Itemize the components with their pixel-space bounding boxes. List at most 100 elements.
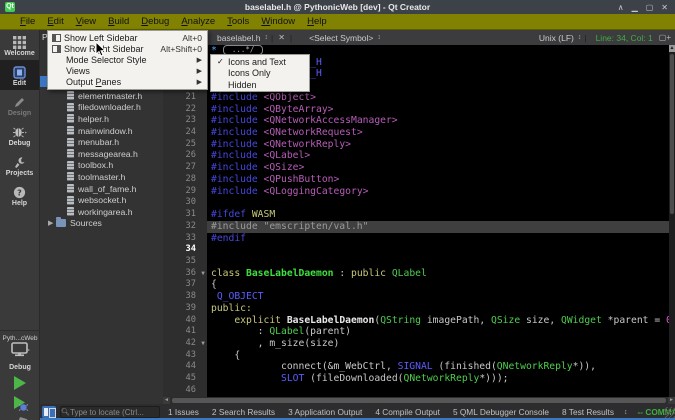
output-pane-1-issues[interactable]: 1 Issues <box>168 407 199 417</box>
scroll-left-icon[interactable]: ◄ <box>163 397 170 404</box>
mode-design[interactable]: Design <box>0 90 39 120</box>
code-token: imagePath, <box>421 315 491 326</box>
mode-projects-label: Projects <box>6 170 34 177</box>
submenu-item-icons-and-text[interactable]: ✓Icons and Text <box>211 56 309 68</box>
menubar-item-window[interactable]: Window <box>255 14 301 30</box>
build-hammer-button[interactable] <box>10 416 30 420</box>
tree-row[interactable]: wall_of_fame.h <box>40 183 163 195</box>
vscroll-thumb[interactable] <box>670 54 674 214</box>
code-line-content: #include <QNetworkReply> <box>207 139 675 151</box>
menubar-item-file[interactable]: File <box>14 14 41 30</box>
tree-row[interactable]: websocket.h <box>40 194 163 206</box>
output-pane-8-test-results[interactable]: 8 Test Results <box>562 407 614 417</box>
code-line-content <box>207 256 675 268</box>
tree-row[interactable]: mainwindow.h <box>40 125 163 137</box>
line-number: 44 <box>163 361 199 373</box>
submenu-item-icons-only[interactable]: Icons Only <box>211 68 309 80</box>
line-number: 31 <box>163 209 199 221</box>
open-file-name[interactable]: baselabel.h <box>217 33 260 43</box>
submenu-item-hidden[interactable]: Hidden <box>211 79 309 91</box>
tree-row[interactable]: menubar.h <box>40 136 163 148</box>
kit-project-label: Pyth...cWeb <box>0 335 40 342</box>
design-pencil-icon <box>13 96 26 109</box>
code-area[interactable]: 17*...*/18#ifndef BASELABEL_H19#define B… <box>163 45 675 397</box>
menubar-item-tools[interactable]: Tools <box>221 14 255 30</box>
fold-marker-icon[interactable]: ▼ <box>199 338 207 350</box>
debug-run-button[interactable] <box>11 395 29 413</box>
encoding-selector[interactable]: Unix (LF) <box>539 33 574 43</box>
tree-row[interactable]: helper.h <box>40 113 163 125</box>
output-pane-5-qml-debugger-console[interactable]: 5 QML Debugger Console <box>453 407 549 417</box>
output-pane-3-application-output[interactable]: 3 Application Output <box>288 407 362 417</box>
code-line-content: #include <QLabel> <box>207 150 675 162</box>
symbol-dropdown-icon[interactable]: ↕ <box>377 34 381 41</box>
expand-arrow-icon[interactable]: ▶ <box>48 219 56 227</box>
code-token: BaseLabelDaemon <box>246 268 334 279</box>
output-pane-4-compile-output[interactable]: 4 Compile Output <box>375 407 440 417</box>
menubar-item-analyze[interactable]: Analyze <box>175 14 221 30</box>
pane-selector-arrows-icon[interactable]: ↕ <box>624 409 628 416</box>
fold-marker-icon[interactable]: ▼ <box>199 268 207 280</box>
menubar-item-view[interactable]: View <box>70 14 102 30</box>
tree-row[interactable]: toolbox.h <box>40 160 163 172</box>
fold-column <box>199 279 207 291</box>
kit-selector-button[interactable]: Debug <box>0 342 40 371</box>
code-token: (finished( <box>433 361 497 372</box>
mode-edit[interactable]: Edit <box>0 60 39 90</box>
symbol-selector[interactable]: <Select Symbol> <box>309 33 373 43</box>
resize-grip[interactable] <box>664 407 675 418</box>
tree-row[interactable]: elementmaster.h <box>40 90 163 102</box>
fold-column <box>199 115 207 127</box>
menu-item-spacer <box>52 78 63 87</box>
file-tree: elementmaster.hfiledownloader.hhelper.hm… <box>40 90 163 229</box>
tree-row[interactable]: messagearea.h <box>40 148 163 160</box>
horizontal-scrollbar[interactable]: ◄ ► <box>163 397 675 404</box>
code-line-content <box>207 244 675 256</box>
scroll-up-icon[interactable]: ▲ <box>669 45 675 52</box>
code-line-29: 29#include <QLoggingCategory> <box>163 186 675 198</box>
run-button[interactable] <box>11 374 29 392</box>
mode-debug[interactable]: Debug <box>0 120 39 150</box>
tree-file-label: wall_of_fame.h <box>78 184 136 194</box>
vertical-scrollbar[interactable]: ▲ <box>669 45 675 397</box>
output-pane-2-search-results[interactable]: 2 Search Results <box>212 407 275 417</box>
locator-input[interactable]: 🔍︎ Type to locate (Ctrl... <box>60 406 160 418</box>
menu-item-views[interactable]: Views▶ <box>48 66 207 77</box>
code-token: #include <box>211 115 264 126</box>
tree-row-folder[interactable]: ▶Sources <box>40 218 163 230</box>
menubar-item-help[interactable]: Help <box>301 14 333 30</box>
file-dropdown-icon[interactable]: ↕ <box>264 34 268 41</box>
tree-row[interactable]: workingarea.h <box>40 206 163 218</box>
menubar-item-debug[interactable]: Debug <box>135 14 175 30</box>
shade-button[interactable]: ∧ <box>618 3 624 12</box>
code-line-content <box>207 385 675 397</box>
menu-item-show-right-sidebar[interactable]: Show Right SidebarAlt+Shift+0 <box>48 43 207 54</box>
sidebar-toggle-button[interactable] <box>42 406 56 418</box>
code-token: public <box>351 268 392 279</box>
menu-item-mode-selector-style[interactable]: Mode Selector Style▶ <box>48 54 207 65</box>
code-line-44: 44 connect(&m_WebCtrl, SIGNAL (finished(… <box>163 361 675 373</box>
close-button[interactable]: ✕ <box>661 3 668 12</box>
file-icon <box>67 103 74 112</box>
hscroll-thumb[interactable] <box>172 398 666 403</box>
code-token: #include <box>211 150 264 161</box>
split-editor-icon[interactable]: ▢+ <box>659 33 671 42</box>
menubar-item-build[interactable]: Build <box>102 14 135 30</box>
code-line-content: Q_OBJECT <box>207 291 675 303</box>
scroll-right-icon[interactable]: ► <box>668 397 675 404</box>
maximize-button[interactable]: ▢ <box>646 3 654 12</box>
mode-help[interactable]: ? Help <box>0 180 39 210</box>
tree-row[interactable]: toolmaster.h <box>40 171 163 183</box>
mode-welcome[interactable]: Welcome <box>0 30 39 60</box>
menubar-item-edit[interactable]: Edit <box>41 14 69 30</box>
encoding-dropdown-icon[interactable]: ↕ <box>578 34 582 41</box>
file-icon <box>67 161 74 170</box>
fold-column <box>199 221 207 233</box>
tree-row[interactable]: filedownloader.h <box>40 102 163 114</box>
menu-item-output-panes[interactable]: Output Panes▶ <box>48 77 207 88</box>
close-file-icon[interactable]: ✕ <box>278 33 285 42</box>
minimize-button[interactable]: ▁ <box>632 3 638 12</box>
menu-item-show-left-sidebar[interactable]: Show Left SidebarAlt+0 <box>48 32 207 43</box>
code-token: *)), <box>573 361 596 372</box>
mode-projects[interactable]: Projects <box>0 150 39 180</box>
